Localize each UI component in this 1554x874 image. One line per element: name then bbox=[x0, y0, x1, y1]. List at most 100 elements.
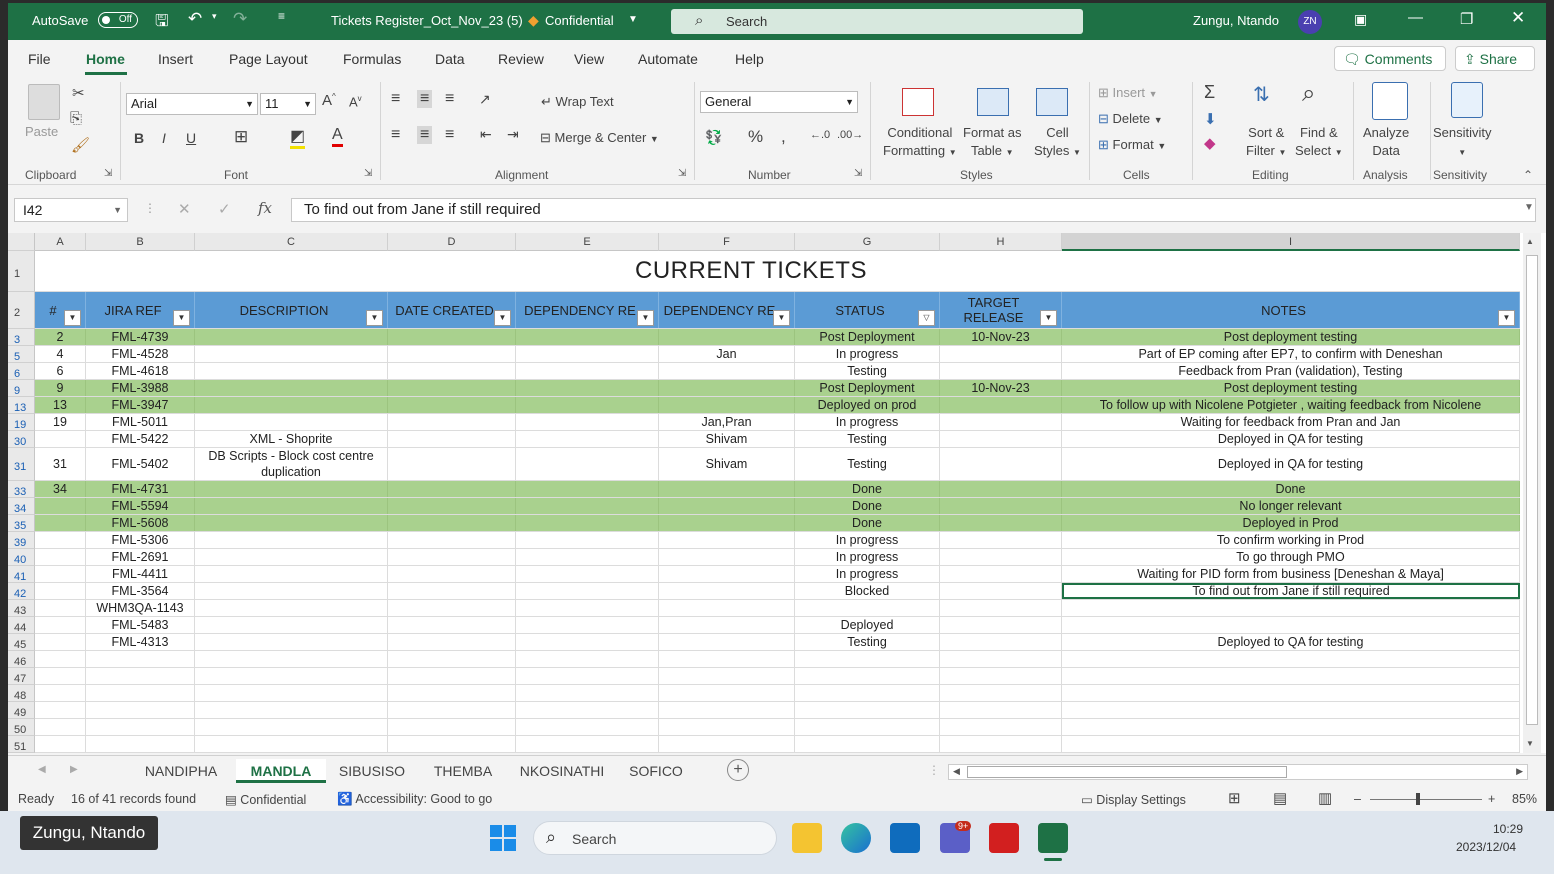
collapse-ribbon-icon[interactable]: ⌃ bbox=[1523, 168, 1533, 182]
conditional-formatting-button[interactable]: Conditional Formatting ▼ bbox=[883, 124, 957, 162]
cell-i13[interactable]: To follow up with Nicolene Potgieter , w… bbox=[1062, 397, 1520, 413]
cell-b39[interactable]: FML-5306 bbox=[86, 532, 195, 548]
menu-page-layout[interactable]: Page Layout bbox=[229, 51, 308, 67]
cell-c46[interactable] bbox=[195, 651, 388, 667]
alignment-launcher-icon[interactable]: ⇲ bbox=[678, 168, 686, 179]
outlook-icon[interactable] bbox=[890, 823, 920, 853]
cell-i44[interactable] bbox=[1062, 617, 1520, 633]
increase-font-icon[interactable]: A^ bbox=[322, 92, 336, 109]
cell-f34[interactable] bbox=[659, 498, 795, 514]
cell-c13[interactable] bbox=[195, 397, 388, 413]
cell-g5[interactable]: In progress bbox=[795, 346, 940, 362]
row-header-34[interactable]: 34 bbox=[8, 498, 35, 515]
cell-f19[interactable]: Jan,Pran bbox=[659, 414, 795, 430]
cell-d49[interactable] bbox=[388, 702, 516, 718]
row-header-46[interactable]: 46 bbox=[8, 651, 35, 668]
normal-view-icon[interactable]: ⊞ bbox=[1228, 789, 1241, 807]
customize-qat-icon[interactable]: ≡ bbox=[278, 9, 285, 23]
cell-f6[interactable] bbox=[659, 363, 795, 379]
name-box[interactable]: I42 ▼ bbox=[14, 198, 128, 222]
cell-e34[interactable] bbox=[516, 498, 659, 514]
autosave-toggle[interactable]: Off bbox=[98, 12, 138, 28]
row-header-19[interactable]: 19 bbox=[8, 414, 35, 431]
find-select-icon[interactable]: ⌕ bbox=[1302, 80, 1315, 108]
cell-d31[interactable] bbox=[388, 448, 516, 480]
cell-g45[interactable]: Testing bbox=[795, 634, 940, 650]
zoom-slider[interactable] bbox=[1370, 793, 1482, 805]
insert-function-icon[interactable]: fx bbox=[258, 199, 272, 217]
cell-b35[interactable]: FML-5608 bbox=[86, 515, 195, 531]
cell-c42[interactable] bbox=[195, 583, 388, 599]
cell-g13[interactable]: Deployed on prod bbox=[795, 397, 940, 413]
cell-h30[interactable] bbox=[940, 431, 1062, 447]
cell-b44[interactable]: FML-5483 bbox=[86, 617, 195, 633]
cell-a34[interactable] bbox=[35, 498, 86, 514]
cell-a6[interactable]: 6 bbox=[35, 363, 86, 379]
cell-e48[interactable] bbox=[516, 685, 659, 701]
cell-b3[interactable]: FML-4739 bbox=[86, 329, 195, 345]
cell-f40[interactable] bbox=[659, 549, 795, 565]
align-right-icon[interactable]: ≡ bbox=[445, 126, 454, 144]
cell-i35[interactable]: Deployed in Prod bbox=[1062, 515, 1520, 531]
align-middle-icon[interactable]: ≡ bbox=[417, 90, 433, 108]
row-header-40[interactable]: 40 bbox=[8, 549, 35, 566]
page-layout-view-icon[interactable]: ▤ bbox=[1273, 789, 1287, 807]
fill-icon[interactable]: ⬇ bbox=[1204, 110, 1217, 128]
font-launcher-icon[interactable]: ⇲ bbox=[364, 168, 372, 179]
worksheet-grid[interactable]: ABCDEFGHI 1 2 3 5 6 9 13 19 30 31 33 34 35 39 40 41 42 43… bbox=[8, 233, 1546, 753]
cell-g35[interactable]: Done bbox=[795, 515, 940, 531]
row-header-1[interactable]: 1 bbox=[8, 251, 35, 292]
cell-a9[interactable]: 9 bbox=[35, 380, 86, 396]
row-header-6[interactable]: 6 bbox=[8, 363, 35, 380]
cell-a43[interactable] bbox=[35, 600, 86, 616]
formula-input[interactable]: To find out from Jane if still required bbox=[291, 198, 1536, 222]
cell-f46[interactable] bbox=[659, 651, 795, 667]
row-header-49[interactable]: 49 bbox=[8, 702, 35, 719]
analyze-data-icon[interactable] bbox=[1372, 82, 1408, 120]
cell-f31[interactable]: Shivam bbox=[659, 448, 795, 480]
cell-c5[interactable] bbox=[195, 346, 388, 362]
cell-g3[interactable]: Post Deployment bbox=[795, 329, 940, 345]
zoom-out-icon[interactable]: – bbox=[1354, 792, 1361, 806]
cell-b13[interactable]: FML-3947 bbox=[86, 397, 195, 413]
cell-c9[interactable] bbox=[195, 380, 388, 396]
cell-g42[interactable]: Blocked bbox=[795, 583, 940, 599]
filter-dropdown-icon[interactable]: ▼ bbox=[366, 310, 383, 326]
row-header-31[interactable]: 31 bbox=[8, 448, 35, 481]
cell-b6[interactable]: FML-4618 bbox=[86, 363, 195, 379]
cell-i31[interactable]: Deployed in QA for testing bbox=[1062, 448, 1520, 480]
cell-a35[interactable] bbox=[35, 515, 86, 531]
cell-g31[interactable]: Testing bbox=[795, 448, 940, 480]
copy-icon[interactable]: ⎘ bbox=[70, 110, 82, 127]
cell-i49[interactable] bbox=[1062, 702, 1520, 718]
page-break-view-icon[interactable]: ▥ bbox=[1318, 789, 1332, 807]
header-cell[interactable]: DEPENDENCY RE ▼ bbox=[516, 292, 659, 328]
cell-e6[interactable] bbox=[516, 363, 659, 379]
cell-b47[interactable] bbox=[86, 668, 195, 684]
header-cell[interactable]: DEPENDENCY RE ▼ bbox=[659, 292, 795, 328]
cell-b40[interactable]: FML-2691 bbox=[86, 549, 195, 565]
row-header-30[interactable]: 30 bbox=[8, 431, 35, 448]
cell-e19[interactable] bbox=[516, 414, 659, 430]
cell-f41[interactable] bbox=[659, 566, 795, 582]
cell-d45[interactable] bbox=[388, 634, 516, 650]
cell-d13[interactable] bbox=[388, 397, 516, 413]
cell-b50[interactable] bbox=[86, 719, 195, 735]
cell-c40[interactable] bbox=[195, 549, 388, 565]
cell-b46[interactable] bbox=[86, 651, 195, 667]
menu-home[interactable]: Home bbox=[86, 51, 125, 67]
sensitivity-label[interactable]: Confidential bbox=[545, 13, 614, 28]
cell-i39[interactable]: To confirm working in Prod bbox=[1062, 532, 1520, 548]
cell-e45[interactable] bbox=[516, 634, 659, 650]
increase-decimal-icon[interactable]: ←.0 bbox=[810, 129, 830, 141]
row-header-39[interactable]: 39 bbox=[8, 532, 35, 549]
row-header-42[interactable]: 42 bbox=[8, 583, 35, 600]
cell-b34[interactable]: FML-5594 bbox=[86, 498, 195, 514]
decrease-indent-icon[interactable]: ⇤ bbox=[480, 126, 492, 143]
taskbar-search[interactable]: ⌕ Search bbox=[533, 821, 777, 855]
cell-f51[interactable] bbox=[659, 736, 795, 752]
row-header-47[interactable]: 47 bbox=[8, 668, 35, 685]
italic-icon[interactable]: I bbox=[162, 130, 166, 146]
excel-taskbar-icon[interactable] bbox=[1038, 823, 1068, 853]
cell-g44[interactable]: Deployed bbox=[795, 617, 940, 633]
